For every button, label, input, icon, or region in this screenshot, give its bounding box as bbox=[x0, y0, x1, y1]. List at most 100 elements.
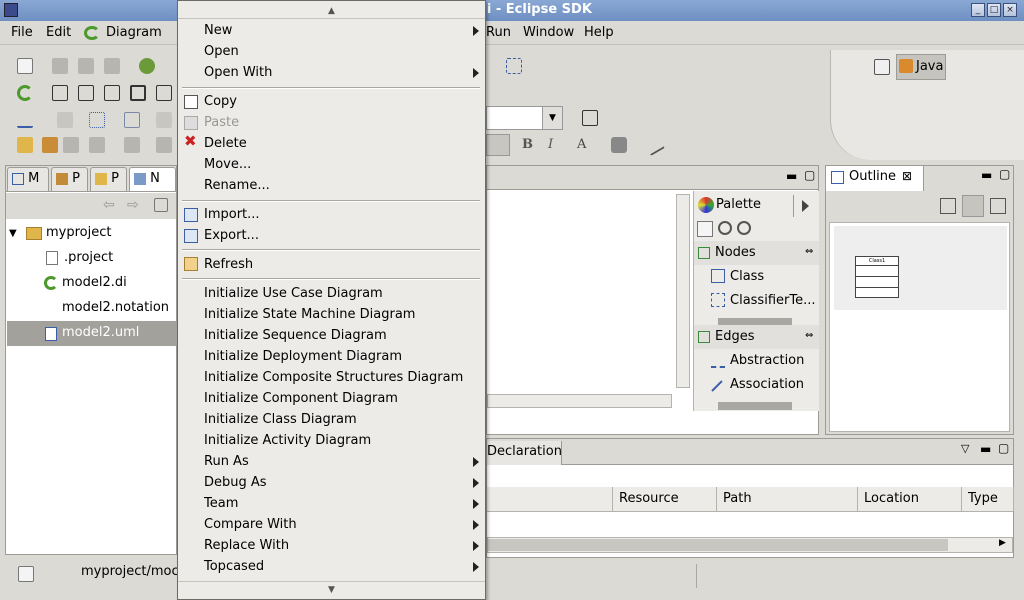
chevron-down-icon[interactable]: ▼ bbox=[542, 107, 562, 129]
tree-expand-icon[interactable]: ▼ bbox=[9, 228, 17, 239]
menu-item-init-component[interactable]: Initialize Component Diagram bbox=[204, 391, 398, 406]
save-all-icon[interactable] bbox=[78, 58, 94, 74]
menu-item-rename[interactable]: Rename... bbox=[204, 178, 270, 193]
align-icon[interactable] bbox=[156, 85, 172, 101]
column-location[interactable]: Location bbox=[858, 487, 962, 511]
tab-declaration[interactable]: Declaration bbox=[487, 441, 562, 465]
close-icon[interactable]: ⊠ bbox=[902, 169, 912, 183]
outline-overview-icon[interactable] bbox=[962, 195, 984, 217]
forward-arrow-icon[interactable]: ⇨ bbox=[127, 197, 139, 213]
menu-item-init-use-case[interactable]: Initialize Use Case Diagram bbox=[204, 286, 383, 301]
reset-icon[interactable] bbox=[63, 137, 79, 153]
distribute-icon[interactable] bbox=[156, 112, 172, 128]
outline-canvas[interactable]: Class1 bbox=[829, 222, 1010, 432]
perspective-java[interactable]: Java bbox=[896, 54, 946, 80]
palette-edges-drawer[interactable] bbox=[694, 325, 819, 349]
menu-item-delete[interactable]: Delete bbox=[204, 136, 247, 151]
font-style-combo[interactable] bbox=[486, 134, 510, 156]
debug-icon[interactable] bbox=[139, 58, 155, 74]
palette-nodes-drawer[interactable] bbox=[694, 241, 819, 265]
tab-model-explorer[interactable]: M bbox=[7, 167, 49, 191]
open-perspective-icon[interactable] bbox=[874, 59, 890, 75]
line-color-icon[interactable] bbox=[643, 134, 665, 156]
select-tool-icon[interactable] bbox=[697, 221, 713, 237]
menu-item-open[interactable]: Open bbox=[204, 44, 239, 59]
print-icon[interactable] bbox=[104, 58, 120, 74]
menu-item-open-with[interactable]: Open With bbox=[204, 65, 272, 80]
menu-item-replace-with[interactable]: Replace With bbox=[204, 538, 289, 553]
maximize-icon[interactable]: ▢ bbox=[998, 441, 1009, 455]
horizontal-scrollbar[interactable]: ▶ bbox=[487, 537, 1013, 553]
menu-item-topcased[interactable]: Topcased bbox=[204, 559, 264, 574]
horizontal-scrollbar[interactable] bbox=[487, 394, 672, 408]
redo-icon[interactable] bbox=[124, 137, 140, 153]
tab-package-explorer[interactable]: P bbox=[51, 167, 88, 191]
outline-layout-icon[interactable] bbox=[990, 198, 1006, 214]
menu-item-copy[interactable]: Copy bbox=[204, 94, 237, 109]
zoom-layout-icon[interactable] bbox=[124, 112, 140, 128]
group-icon[interactable] bbox=[130, 85, 146, 101]
tab-outline[interactable]: Outline ⊠ bbox=[826, 166, 924, 191]
drawer-scroll-indicator[interactable] bbox=[718, 402, 792, 410]
tree-item-model2-uml[interactable]: model2.uml bbox=[62, 325, 139, 340]
palette-item-class[interactable]: Class bbox=[730, 269, 764, 284]
back-icon[interactable] bbox=[156, 137, 172, 153]
maximize-button[interactable]: □ bbox=[987, 3, 1001, 17]
menu-item-init-composite-structures[interactable]: Initialize Composite Structures Diagram bbox=[204, 370, 463, 385]
bold-button[interactable]: B bbox=[522, 137, 533, 152]
zoom-in-icon[interactable] bbox=[718, 221, 732, 235]
undo-icon[interactable] bbox=[89, 137, 105, 153]
diagram-new-icon[interactable] bbox=[17, 85, 33, 101]
column-resource[interactable]: Resource bbox=[612, 487, 717, 511]
snap-icon[interactable] bbox=[506, 58, 522, 74]
menu-item-debug-as[interactable]: Debug As bbox=[204, 475, 267, 490]
column-path[interactable]: Path bbox=[717, 487, 858, 511]
scroll-right-icon[interactable]: ▶ bbox=[999, 538, 1006, 548]
tree-item-model2-notation[interactable]: model2.notation bbox=[62, 300, 169, 315]
view-menu-icon[interactable]: ▽ bbox=[961, 442, 969, 455]
minimize-icon[interactable]: ▬ bbox=[980, 442, 991, 456]
menu-item-refresh[interactable]: Refresh bbox=[204, 257, 253, 272]
tab-navigator[interactable]: N bbox=[129, 167, 176, 191]
tab-project-explorer[interactable]: P bbox=[90, 167, 127, 191]
menu-help[interactable]: Help bbox=[584, 25, 614, 40]
pin-icon[interactable]: ⇔ bbox=[805, 246, 813, 257]
scroll-down-icon[interactable]: ▼ bbox=[178, 581, 485, 597]
calendar-icon[interactable] bbox=[582, 110, 598, 126]
tree-item-model2-di[interactable]: model2.di bbox=[62, 275, 127, 290]
palette-item-classifier-template[interactable]: ClassifierTe... bbox=[730, 293, 815, 308]
save-icon[interactable] bbox=[52, 58, 68, 74]
menu-item-init-deployment[interactable]: Initialize Deployment Diagram bbox=[204, 349, 402, 364]
font-color-button[interactable]: A bbox=[577, 137, 586, 152]
italic-button[interactable]: I bbox=[548, 137, 553, 152]
menu-diagram[interactable]: Diagram bbox=[106, 25, 162, 40]
menu-item-move[interactable]: Move... bbox=[204, 157, 251, 172]
menu-item-init-activity[interactable]: Initialize Activity Diagram bbox=[204, 433, 371, 448]
new-icon[interactable] bbox=[17, 58, 33, 74]
menu-item-team[interactable]: Team bbox=[204, 496, 238, 511]
minimize-icon[interactable]: ▬ bbox=[786, 169, 797, 183]
new-icon[interactable] bbox=[18, 566, 34, 582]
zoom-out-icon[interactable] bbox=[737, 221, 751, 235]
scroll-thumb[interactable] bbox=[488, 539, 948, 551]
menu-window[interactable]: Window bbox=[523, 25, 574, 40]
menu-item-compare-with[interactable]: Compare With bbox=[204, 517, 297, 532]
select-icon[interactable] bbox=[57, 112, 73, 128]
arrange-icon[interactable] bbox=[104, 85, 120, 101]
layout-icon[interactable] bbox=[78, 85, 94, 101]
menu-item-init-sequence[interactable]: Initialize Sequence Diagram bbox=[204, 328, 387, 343]
palette-toggle[interactable] bbox=[793, 195, 818, 217]
minimize-button[interactable]: _ bbox=[971, 3, 985, 17]
maximize-icon[interactable]: ▢ bbox=[804, 168, 815, 182]
scroll-up-icon[interactable]: ▲ bbox=[178, 3, 485, 19]
menu-item-init-class[interactable]: Initialize Class Diagram bbox=[204, 412, 357, 427]
close-button[interactable]: × bbox=[1003, 3, 1017, 17]
palette-item-association[interactable]: Association bbox=[730, 377, 804, 392]
menu-edit[interactable]: Edit bbox=[46, 25, 71, 40]
pin-icon[interactable]: ⇔ bbox=[805, 330, 813, 341]
menu-item-export[interactable]: Export... bbox=[204, 228, 259, 243]
fill-color-icon[interactable] bbox=[611, 137, 627, 153]
menu-item-run-as[interactable]: Run As bbox=[204, 454, 249, 469]
open-folder-icon[interactable] bbox=[17, 137, 33, 153]
outline-tree-icon[interactable] bbox=[940, 198, 956, 214]
